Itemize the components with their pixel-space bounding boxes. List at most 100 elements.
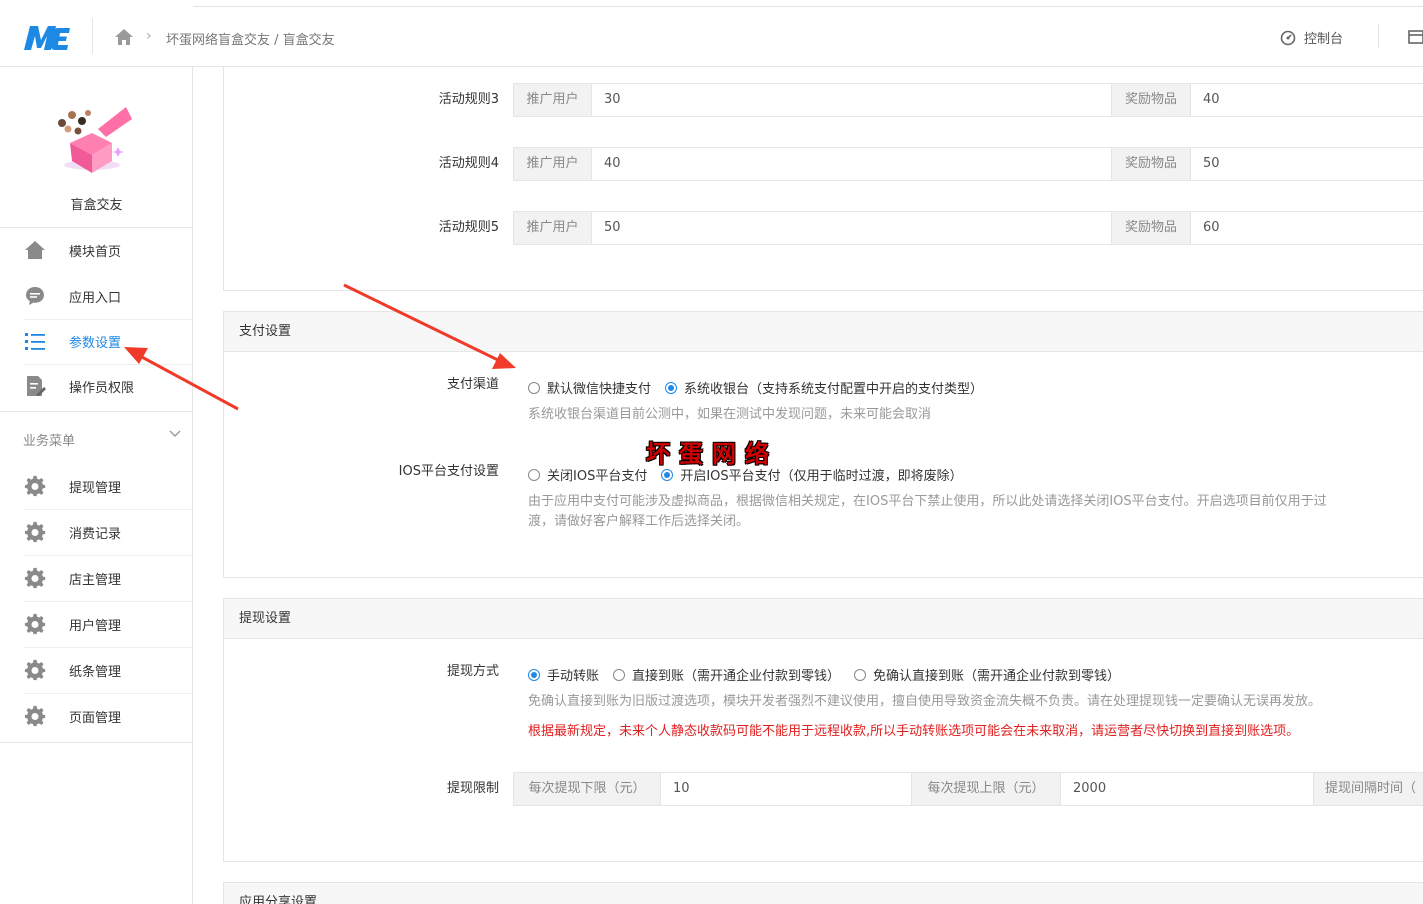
withdraw-method-warning: 根据最新规定，未来个人静态收款码可能不能用于远程收款,所以手动转账选项可能会在未… (528, 724, 1300, 739)
withdraw-max-addon: 每次提现上限（元） (911, 772, 1061, 806)
sidebar-item-shopowner-mgmt[interactable]: 店主管理 (0, 556, 193, 600)
sidebar-item-label: 消费记录 (69, 526, 122, 542)
activity-rules-panel: 活动规则3 推广用户 30 奖励物品 40 活动规则4 推广用户 40 奖励物品… (223, 67, 1423, 291)
logo-icon[interactable] (22, 22, 72, 52)
reward-items-input[interactable]: 60 (1190, 211, 1423, 245)
withdraw-max-input[interactable]: 2000 (1060, 772, 1314, 806)
radio-circle-checked (661, 468, 674, 481)
activity-rule-row: 活动规则4 推广用户 40 奖励物品 50 (224, 147, 1423, 181)
radio-label: 直接到账（需开通企业付款到零钱） (632, 669, 841, 684)
sidebar-item-user-mgmt[interactable]: 用户管理 (0, 602, 193, 646)
payment-channel-radios: 默认微信快捷支付 系统收银台（支持系统支付配置中开启的支付类型） (528, 378, 997, 397)
payment-settings-panel: 支付设置 支付渠道 默认微信快捷支付 系统收银台（支持系统支付配置中开启的支付类… (223, 311, 1423, 578)
radio-default-wechat[interactable]: 默认微信快捷支付 (528, 378, 651, 397)
top-bar: › 坏蛋网络盲盒交友 / 盲盒交友 控制台 (0, 0, 1423, 67)
gear-icon (24, 705, 46, 727)
promo-users-input[interactable]: 50 (591, 211, 1112, 245)
edit-doc-icon (27, 376, 46, 396)
panel-title: 支付设置 (224, 312, 1423, 352)
radio-direct-arrival[interactable]: 直接到账（需开通企业付款到零钱） (613, 665, 840, 684)
gear-icon (24, 521, 46, 543)
store-icon[interactable] (1408, 28, 1423, 44)
console-link[interactable]: 控制台 (1280, 28, 1343, 47)
withdraw-limit-label: 提现限制 (446, 781, 499, 796)
radio-circle-checked (528, 668, 540, 681)
promo-users-addon: 推广用户 (513, 147, 592, 181)
business-menu-title: 业务菜单 (23, 434, 76, 449)
ios-payment-label: IOS平台支付设置 (398, 464, 499, 479)
sidebar-item-consumption-records[interactable]: 消费记录 (0, 510, 193, 554)
list-icon (25, 333, 45, 350)
promo-users-addon: 推广用户 (513, 83, 592, 117)
withdraw-min-addon: 每次提现下限（元） (513, 772, 661, 806)
withdraw-min-input[interactable]: 10 (660, 772, 912, 806)
radio-disable-ios-pay[interactable]: 关闭IOS平台支付 (528, 465, 647, 484)
radio-circle (528, 381, 540, 394)
module-logo-icon (58, 107, 132, 173)
sidebar-item-label: 店主管理 (69, 572, 122, 588)
radio-manual-transfer[interactable]: 手动转账 (528, 665, 599, 684)
radio-label: 免确认直接到账（需开通企业付款到零钱） (873, 669, 1121, 684)
radio-circle (528, 468, 540, 481)
withdraw-settings-panel: 提现设置 提现方式 手动转账 直接到账（需开通企业付款到零钱） 免确认直接到账（… (223, 598, 1423, 862)
radio-circle (854, 668, 867, 681)
ios-payment-help: 由于应用中支付可能涉及虚拟商品，根据微信相关规定，在IOS平台下禁止使用，所以此… (528, 494, 1327, 509)
radio-label: 关闭IOS平台支付 (547, 469, 648, 484)
gear-icon (24, 475, 46, 497)
sidebar-item-label: 参数设置 (69, 335, 122, 351)
promo-users-input[interactable]: 30 (591, 83, 1112, 117)
radio-circle-checked (665, 381, 678, 394)
sidebar-item-label: 模块首页 (69, 244, 122, 260)
watermark-text: 坏蛋网络 (646, 439, 778, 468)
withdraw-method-help: 免确认直接到账为旧版过渡选项，模块开发者强烈不建议使用，擅自使用导致资金流失概不… (528, 694, 1322, 709)
sidebar-item-label: 操作员权限 (69, 380, 135, 396)
sidebar-item-note-mgmt[interactable]: 纸条管理 (0, 648, 193, 692)
home-icon[interactable] (113, 26, 135, 48)
payment-channel-label: 支付渠道 (446, 377, 499, 392)
radio-system-cashier[interactable]: 系统收银台（支持系统支付配置中开启的支付类型） (665, 378, 983, 397)
promo-users-input[interactable]: 40 (591, 147, 1112, 181)
sidebar-divider (0, 411, 193, 412)
withdraw-method-label: 提现方式 (446, 664, 499, 679)
sidebar-item-label: 纸条管理 (69, 664, 122, 680)
radio-label: 手动转账 (547, 669, 600, 684)
sidebar-item-params[interactable]: 参数设置 (0, 319, 193, 363)
logo-divider (92, 18, 93, 54)
breadcrumb[interactable]: 坏蛋网络盲盒交友 / 盲盒交友 (166, 29, 335, 48)
sidebar-item-label: 页面管理 (69, 710, 122, 726)
radio-label: 系统收银台（支持系统支付配置中开启的支付类型） (684, 382, 984, 397)
panel-title: 应用分享设置 (224, 883, 1423, 904)
rule-label: 活动规则3 (438, 92, 499, 107)
payment-channel-help: 系统收银台渠道目前公测中，如果在测试中发现问题，未来可能会取消 (528, 407, 932, 422)
chevron-down-icon[interactable] (168, 427, 182, 441)
sidebar-item-label: 提现管理 (69, 480, 122, 496)
radio-direct-no-confirm[interactable]: 免确认直接到账（需开通企业付款到零钱） (854, 665, 1120, 684)
sidebar-item-label: 应用入口 (69, 290, 122, 306)
top-divider (193, 6, 1423, 7)
sidebar-item-module-home[interactable]: 模块首页 (0, 228, 193, 272)
activity-rule-row: 活动规则5 推广用户 50 奖励物品 60 (224, 211, 1423, 245)
gear-icon (24, 613, 46, 635)
reward-items-addon: 奖励物品 (1111, 211, 1191, 245)
chat-icon (26, 287, 44, 305)
sidebar-item-page-mgmt[interactable]: 页面管理 (0, 694, 193, 738)
reward-items-input[interactable]: 40 (1190, 83, 1423, 117)
rule-label: 活动规则5 (438, 220, 499, 235)
radio-label: 默认微信快捷支付 (547, 382, 652, 397)
sidebar-item-app-entry[interactable]: 应用入口 (0, 274, 193, 318)
promo-users-addon: 推广用户 (513, 211, 592, 245)
withdraw-method-radios: 手动转账 直接到账（需开通企业付款到零钱） 免确认直接到账（需开通企业付款到零钱… (528, 665, 1134, 684)
gear-icon (24, 659, 46, 681)
top-right-divider (1378, 24, 1379, 48)
reward-items-input[interactable]: 50 (1190, 147, 1423, 181)
panel-title: 提现设置 (224, 599, 1423, 639)
ios-payment-help: 渡，请做好客户解释工作后选择关闭。 (528, 514, 750, 529)
sidebar-item-label: 用户管理 (69, 618, 122, 634)
sidebar-item-withdraw-mgmt[interactable]: 提现管理 (0, 464, 193, 508)
sidebar: 盲盒交友 模块首页 应用入口 参数设置 操作员权限 业务菜单 提现管理 消费记录… (0, 67, 193, 904)
dashboard-icon (1280, 30, 1296, 45)
module-name: 盲盒交友 (70, 198, 123, 213)
rule-label: 活动规则4 (438, 156, 499, 171)
sidebar-item-operator-permissions[interactable]: 操作员权限 (0, 364, 193, 408)
reward-items-addon: 奖励物品 (1111, 83, 1191, 117)
